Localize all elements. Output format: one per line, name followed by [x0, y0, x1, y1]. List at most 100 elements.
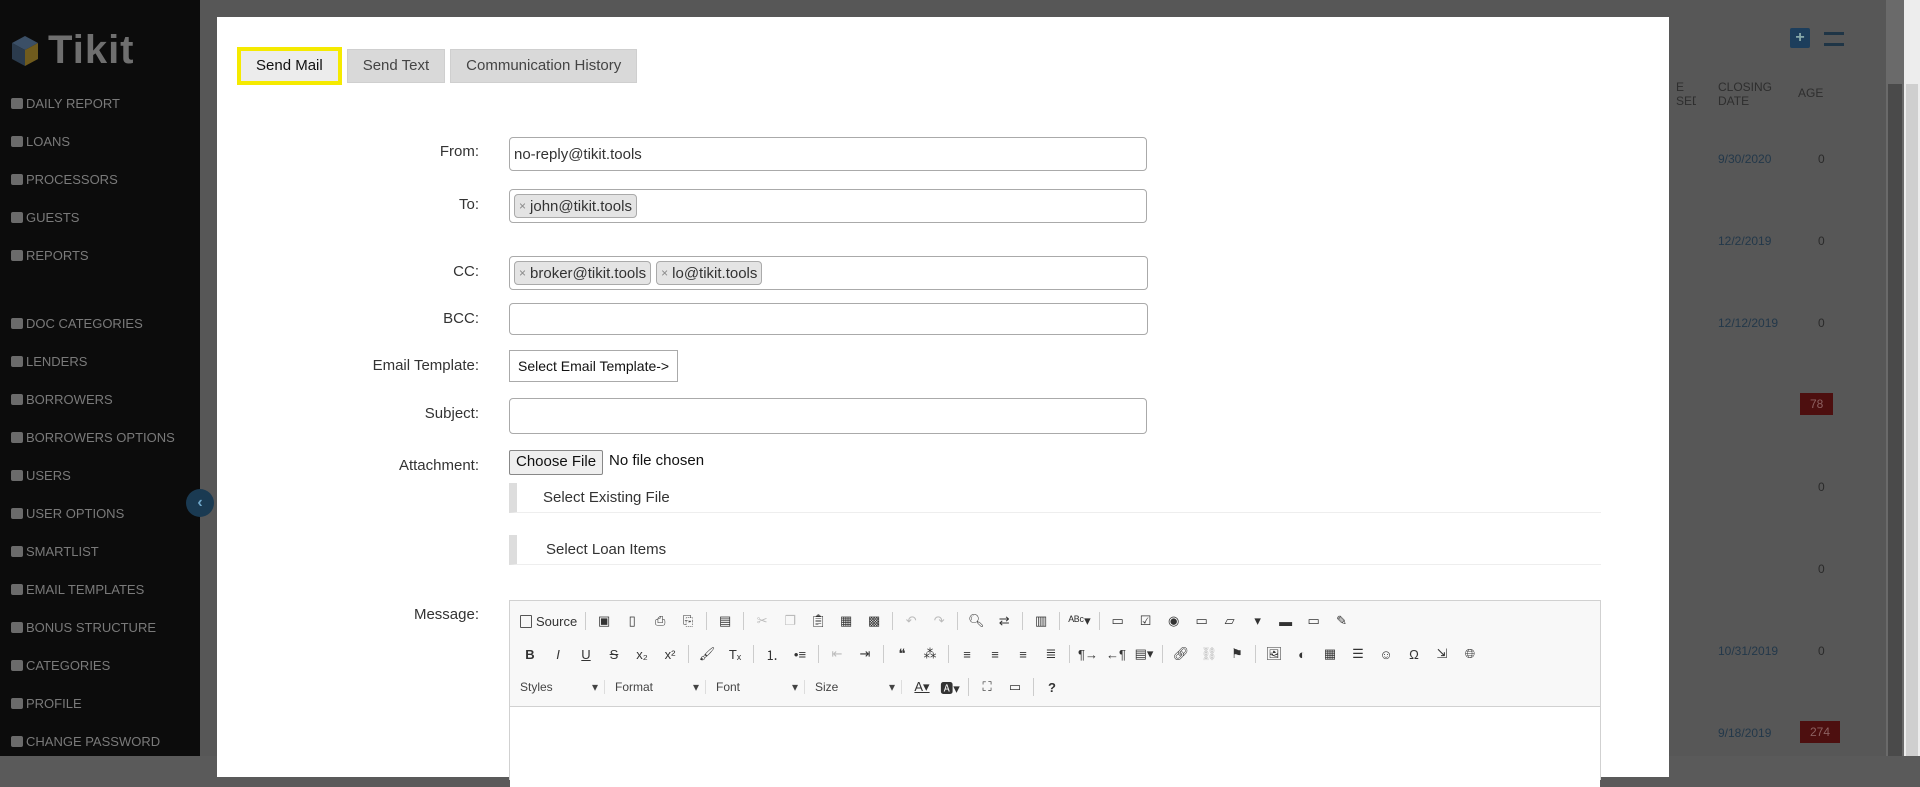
sidebar-item-categories[interactable]: CATEGORIES	[0, 646, 200, 684]
app-logo[interactable]: Tikit	[10, 28, 135, 73]
sidebar-item-processors[interactable]: PROCESSORS	[0, 160, 200, 198]
bold-icon[interactable]: B	[520, 644, 540, 664]
align-left-icon[interactable]: ≡	[957, 644, 977, 664]
rtl-icon[interactable]: ←¶	[1106, 644, 1126, 664]
replace-icon[interactable]: ⇄	[994, 611, 1014, 631]
sidebar-item-doc-categories[interactable]: DOC CATEGORIES	[0, 304, 200, 342]
hidden-field-icon[interactable]: ✎	[1332, 611, 1352, 631]
bulleted-list-icon[interactable]: •≡	[790, 644, 810, 664]
image-button-icon[interactable]: ▭	[1304, 611, 1324, 631]
find-icon[interactable]: 🔍︎	[966, 611, 986, 631]
align-right-icon[interactable]: ≡	[1013, 644, 1033, 664]
copy-icon[interactable]: ❐	[780, 611, 800, 631]
italic-icon[interactable]: I	[548, 644, 568, 664]
spellcheck-icon[interactable]: ᴬᴮᶜ▾	[1068, 611, 1090, 631]
image-icon[interactable]: 🖼︎	[1264, 644, 1284, 664]
select-loan-items-toggle[interactable]: Select Loan Items	[509, 535, 1601, 565]
to-field[interactable]: × john@tikit.tools	[509, 189, 1147, 223]
print-icon[interactable]: ⎘	[678, 611, 698, 631]
sidebar-item-users[interactable]: USERS	[0, 456, 200, 494]
page-scrollbar[interactable]	[1886, 0, 1920, 756]
size-dropdown[interactable]: Size ▾	[815, 680, 902, 694]
horizontal-line-icon[interactable]: ☰	[1348, 644, 1368, 664]
sidebar-item-user-options[interactable]: USER OPTIONS	[0, 494, 200, 532]
outdent-icon[interactable]: ⇤	[827, 644, 847, 664]
subscript-icon[interactable]: x₂	[632, 644, 652, 664]
from-field[interactable]: no-reply@tikit.tools	[509, 137, 1147, 171]
paste-text-icon[interactable]: ▦	[836, 611, 856, 631]
message-body-editor[interactable]	[510, 706, 1600, 787]
scrollbar-thumb[interactable]	[1906, 84, 1918, 756]
inner-scrollbar-thumb[interactable]	[1888, 84, 1902, 756]
add-icon[interactable]: +	[1790, 28, 1810, 48]
radio-icon[interactable]: ◉	[1164, 611, 1184, 631]
sidebar-item-smartlist[interactable]: SMARTLIST	[0, 532, 200, 570]
preview-icon[interactable]: ⎙	[650, 611, 670, 631]
div-icon[interactable]: ⁂	[920, 644, 940, 664]
sidebar-item-bonus-structure[interactable]: BONUS STRUCTURE	[0, 608, 200, 646]
smiley-icon[interactable]: ☺	[1376, 644, 1396, 664]
underline-icon[interactable]: U	[576, 644, 596, 664]
form-icon[interactable]: ▭	[1108, 611, 1128, 631]
sidebar-item-loans[interactable]: LOANS	[0, 122, 200, 160]
indent-icon[interactable]: ⇥	[855, 644, 875, 664]
select-field-icon[interactable]: ▾	[1248, 611, 1268, 631]
select-existing-file-toggle[interactable]: Select Existing File	[509, 483, 1601, 513]
textarea-icon[interactable]: ▱	[1220, 611, 1240, 631]
scrollbar-track[interactable]	[1904, 0, 1920, 756]
anchor-flag-icon[interactable]: ⚑	[1227, 644, 1247, 664]
email-template-select[interactable]: Select Email Template->	[509, 350, 679, 382]
language-icon[interactable]: ▤▾	[1134, 644, 1154, 664]
remove-chip-icon[interactable]: ×	[519, 266, 526, 280]
cc-field[interactable]: × broker@tikit.tools × lo@tikit.tools	[509, 256, 1148, 290]
maximize-icon[interactable]: ⛶	[977, 677, 997, 697]
page-break-icon[interactable]: ⇲	[1432, 644, 1452, 664]
templates-icon[interactable]: ▤	[715, 611, 735, 631]
sidebar-item-borrowers[interactable]: BORROWERS	[0, 380, 200, 418]
remove-chip-icon[interactable]: ×	[519, 199, 526, 213]
align-center-icon[interactable]: ≡	[985, 644, 1005, 664]
sidebar-item-lenders[interactable]: LENDERS	[0, 342, 200, 380]
remove-chip-icon[interactable]: ×	[661, 266, 668, 280]
unlink-icon[interactable]: ⛓	[1199, 644, 1219, 664]
special-char-icon[interactable]: Ω	[1404, 644, 1424, 664]
sidebar-item-change-password[interactable]: CHANGE PASSWORD	[0, 722, 200, 760]
sidebar-collapse-button[interactable]: ‹	[186, 489, 214, 517]
ltr-icon[interactable]: ¶→	[1078, 644, 1098, 664]
format-dropdown[interactable]: Format ▾	[615, 680, 706, 694]
select-all-icon[interactable]: ▥	[1031, 611, 1051, 631]
paste-word-icon[interactable]: ▩	[864, 611, 884, 631]
textfield-icon[interactable]: ▭	[1192, 611, 1212, 631]
source-button[interactable]: Source	[520, 611, 577, 631]
link-icon[interactable]: 🔗︎	[1171, 644, 1191, 664]
sidebar-item-reports[interactable]: REPORTS	[0, 236, 200, 274]
sidebar-item-borrowers-options[interactable]: BORROWERS OPTIONS	[0, 418, 200, 456]
paste-icon[interactable]: 📋︎	[808, 611, 828, 631]
checkbox-icon[interactable]: ☑	[1136, 611, 1156, 631]
numbered-list-icon[interactable]: ⒈	[762, 644, 782, 664]
justify-icon[interactable]: ≣	[1041, 644, 1061, 664]
strikethrough-icon[interactable]: S	[604, 644, 624, 664]
undo-icon[interactable]: ↶	[901, 611, 921, 631]
tab-communication-history[interactable]: Communication History	[450, 49, 638, 83]
show-blocks-icon[interactable]: ▭	[1005, 677, 1025, 697]
font-dropdown[interactable]: Font ▾	[716, 680, 805, 694]
superscript-icon[interactable]: x²	[660, 644, 680, 664]
table-icon[interactable]: ▦	[1320, 644, 1340, 664]
tab-send-mail[interactable]: Send Mail	[237, 47, 342, 85]
cut-icon[interactable]: ✂	[752, 611, 772, 631]
iframe-globe-icon[interactable]: 🌐︎	[1460, 644, 1480, 664]
blockquote-icon[interactable]: ❝	[892, 644, 912, 664]
flash-icon[interactable]: ◐	[1292, 644, 1312, 664]
sidebar-item-email-templates[interactable]: EMAIL TEMPLATES	[0, 570, 200, 608]
sidebar-item-profile[interactable]: PROFILE	[0, 684, 200, 722]
choose-file-button[interactable]: Choose File	[509, 450, 604, 475]
styles-dropdown[interactable]: Styles ▾	[520, 680, 605, 694]
tab-send-text[interactable]: Send Text	[346, 49, 446, 83]
button-icon[interactable]: ▬	[1276, 611, 1296, 631]
remove-format-icon[interactable]: Tₓ	[725, 644, 745, 664]
bcc-field[interactable]	[509, 303, 1148, 335]
new-page-icon[interactable]: ▯	[622, 611, 642, 631]
sidebar-item-daily-report[interactable]: DAILY REPORT	[0, 84, 200, 122]
sidebar-item-guests[interactable]: GUESTS	[0, 198, 200, 236]
